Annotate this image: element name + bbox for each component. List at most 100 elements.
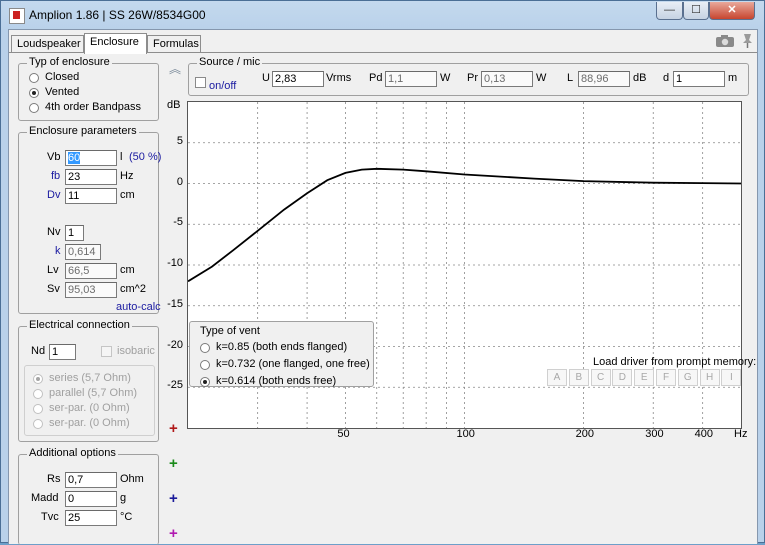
memory-title: Load driver from prompt memory: [593, 356, 757, 368]
add-curve-button-blue[interactable]: + [169, 491, 178, 506]
y-axis-label: dB [167, 99, 181, 111]
l-value: 88,96 [578, 71, 630, 87]
isobaric-checkbox[interactable] [101, 346, 112, 357]
vb-value: 60 [68, 152, 81, 164]
pr-value: 0,13 [481, 71, 533, 87]
tab-loudspeaker[interactable]: Loudspeaker [11, 35, 84, 53]
vb-percent: (50 %) [129, 151, 162, 163]
radio-series[interactable] [33, 374, 43, 384]
nv-label: Nv [47, 226, 61, 238]
y-tick-label: -5 [173, 216, 183, 229]
additional-options-title: Additional options [27, 447, 118, 459]
close-button[interactable]: ✕ [709, 2, 755, 20]
radio-serpar-1-label: ser-par. (0 Ohm) [49, 402, 130, 414]
tvc-input[interactable]: 25 [65, 510, 117, 526]
radio-vent-0614-label: k=0.614 (both ends free) [216, 375, 337, 387]
pin-icon[interactable] [740, 33, 754, 52]
memory-slot-f[interactable]: F [656, 369, 676, 386]
fb-label[interactable]: fb [51, 170, 60, 182]
radio-vent-085-label: k=0.85 (both ends flanged) [216, 341, 348, 353]
u-input[interactable]: 2,83 [272, 71, 324, 87]
memory-slot-c[interactable]: C [590, 369, 611, 386]
isobaric-label: isobaric [117, 345, 155, 357]
radio-vent-0614[interactable] [200, 377, 210, 387]
x-tick-label: 50 [337, 428, 350, 440]
memory-slot-a[interactable]: A [547, 369, 567, 386]
minimize-button[interactable]: — [656, 2, 683, 20]
additional-options-group: Additional options Rs 0,7 Ohm Madd 0 g T… [18, 447, 159, 545]
connection-subgroup: series (5,7 Ohm) parallel (5,7 Ohm) ser-… [24, 365, 155, 436]
enclosure-params-group: Enclosure parameters Vb 60 l (50 %) fb 2… [18, 125, 162, 314]
window-title: Amplion 1.86 | SS 26W/8534G00 [29, 8, 206, 22]
y-tick-label: -20 [167, 338, 183, 351]
radio-parallel[interactable] [33, 389, 43, 399]
vb-input[interactable]: 60 [65, 150, 117, 166]
radio-bandpass[interactable] [29, 103, 39, 113]
source-mic-title: Source / mic [197, 56, 263, 68]
onoff-checkbox[interactable] [195, 77, 206, 88]
y-tick-label: 5 [176, 134, 183, 147]
radio-vented[interactable] [29, 88, 39, 98]
memory-slot-d[interactable]: D [612, 369, 633, 386]
u-unit: Vrms [326, 72, 352, 84]
dv-label[interactable]: Dv [47, 189, 60, 201]
y-tick-label: -15 [167, 297, 183, 310]
radio-serpar-2[interactable] [33, 419, 43, 429]
radio-vent-0732[interactable] [200, 360, 210, 370]
lv-unit: cm [120, 264, 135, 276]
enclosure-params-title: Enclosure parameters [27, 125, 139, 137]
dv-input[interactable]: 11 [65, 188, 117, 204]
client-area: Loudspeaker Enclosure Formulas Typ of en… [8, 29, 758, 545]
app-icon [9, 8, 25, 24]
maximize-button[interactable]: ☐ [683, 2, 709, 20]
radio-vent-0732-label: k=0.732 (one flanged, one free) [216, 358, 370, 370]
radio-serpar-2-label: ser-par. (0 Ohm) [49, 417, 130, 429]
tab-enclosure[interactable]: Enclosure [84, 33, 147, 54]
sv-value: 95,03 [65, 282, 117, 298]
fb-input[interactable]: 23 [65, 169, 117, 185]
add-curve-button-green[interactable]: + [169, 456, 178, 471]
k-label[interactable]: k [55, 245, 61, 257]
vb-label: Vb [47, 151, 61, 163]
x-tick-label: 300 [645, 428, 664, 440]
memory-slot-e[interactable]: E [634, 369, 655, 386]
madd-unit: g [120, 492, 127, 504]
collapse-up-icon[interactable]: ︽ [169, 60, 181, 77]
madd-input[interactable]: 0 [65, 491, 117, 507]
sv-label: Sv [47, 283, 60, 295]
memory-slot-i[interactable]: I [721, 369, 742, 386]
vent-type-title: Type of vent [200, 325, 260, 337]
radio-series-label: series (5,7 Ohm) [49, 372, 131, 384]
memory-slot-g[interactable]: G [677, 369, 698, 386]
title-bar[interactable]: Amplion 1.86 | SS 26W/8534G00 — ☐ ✕ [1, 1, 764, 29]
radio-closed[interactable] [29, 73, 39, 83]
memory-slot-b[interactable]: B [568, 369, 589, 386]
l-unit: dB [633, 72, 647, 84]
rs-label: Rs [47, 473, 61, 485]
radio-parallel-label: parallel (5,7 Ohm) [49, 387, 138, 399]
add-curve-button-magenta[interactable]: + [169, 526, 178, 541]
d-unit: m [728, 72, 738, 84]
source-mic-group: Source / mic on/off U 2,83 Vrms Pd 1,1 W… [188, 56, 749, 96]
camera-icon[interactable] [715, 34, 735, 51]
tab-formulas[interactable]: Formulas [147, 35, 201, 53]
pd-label: Pd [369, 72, 383, 84]
u-label: U [262, 72, 270, 84]
radio-bandpass-label: 4th order Bandpass [45, 101, 142, 113]
enclosure-type-group: Typ of enclosure Closed Vented 4th order… [18, 56, 159, 121]
radio-vent-085[interactable] [200, 343, 210, 353]
sv-unit: cm^2 [120, 283, 146, 295]
pd-value: 1,1 [385, 71, 437, 87]
autocalc-link[interactable]: auto-calc [116, 301, 161, 313]
rs-input[interactable]: 0,7 [65, 472, 117, 488]
memory-slot-h[interactable]: H [699, 369, 720, 386]
onoff-label: on/off [209, 80, 237, 92]
x-tick-label: 400 [694, 428, 714, 440]
radio-serpar-1[interactable] [33, 404, 43, 414]
nv-input[interactable]: 1 [65, 225, 84, 241]
d-input[interactable]: 1 [673, 71, 725, 87]
pr-unit: W [536, 72, 547, 84]
electrical-title: Electrical connection [27, 319, 132, 331]
nd-input[interactable]: 1 [49, 344, 76, 360]
vent-type-group: Type of vent k=0.85 (both ends flanged) … [189, 321, 374, 387]
